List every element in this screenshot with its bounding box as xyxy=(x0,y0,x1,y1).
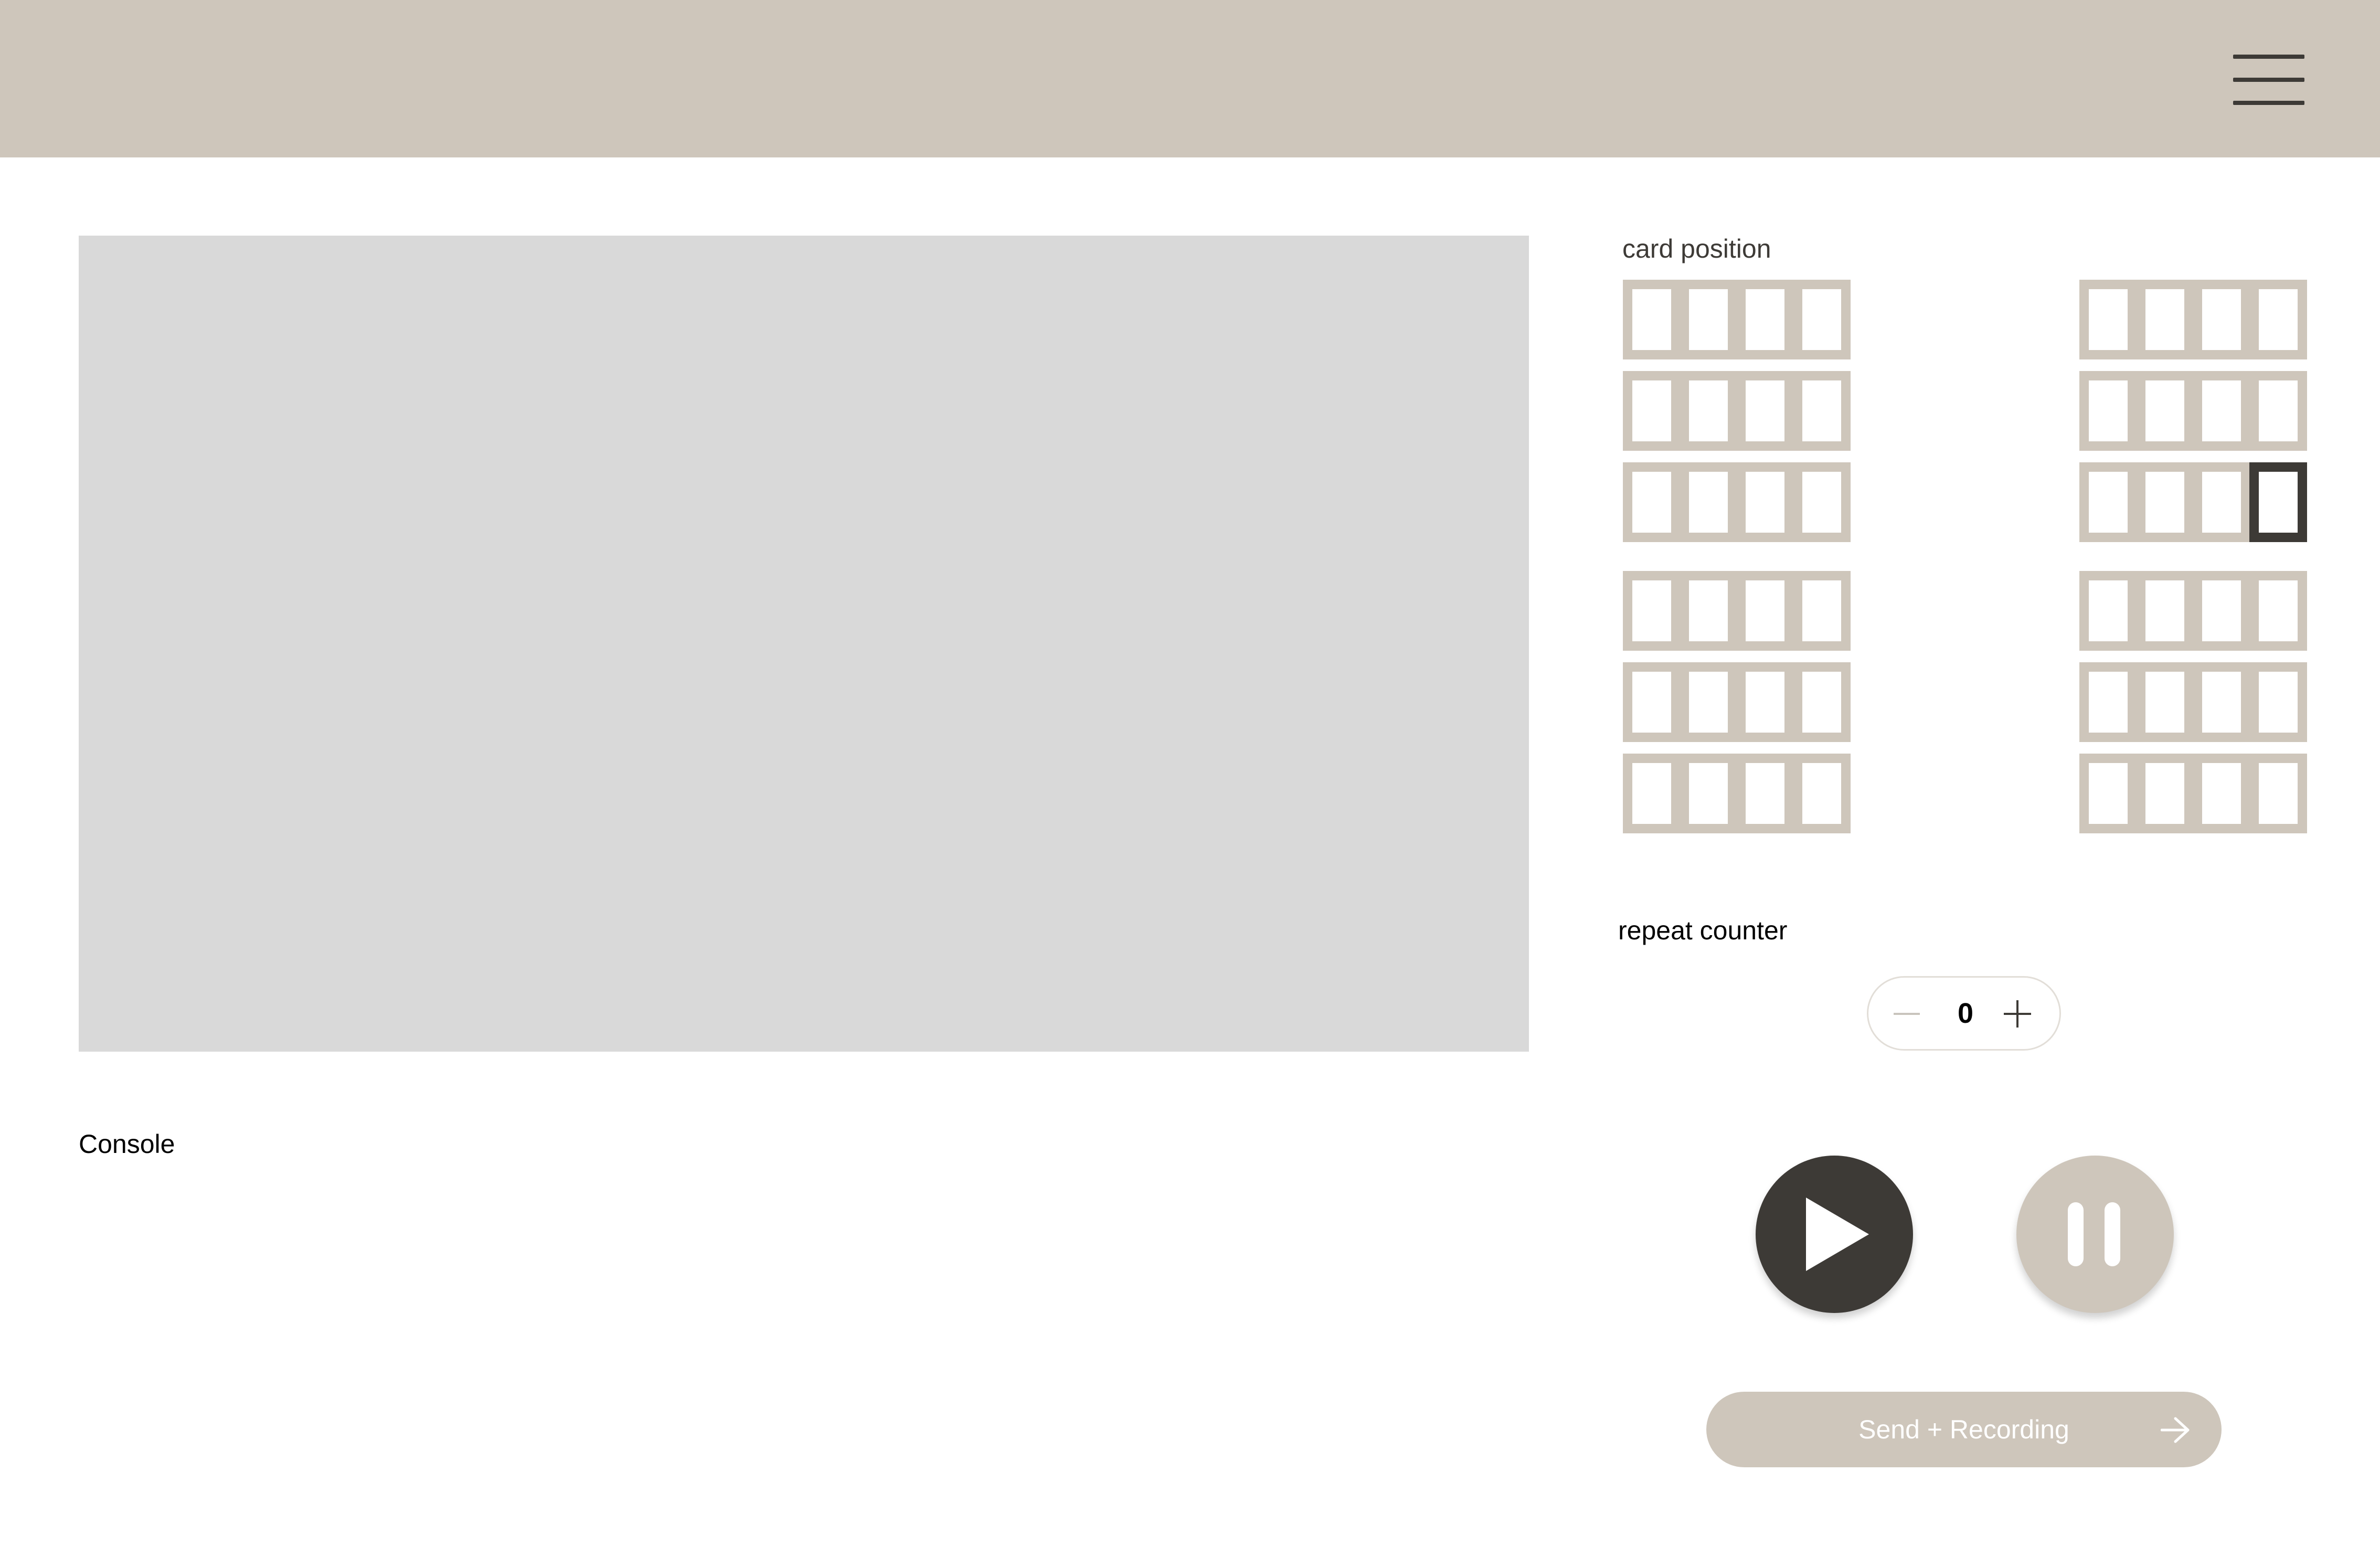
card-slot[interactable] xyxy=(1802,472,1841,533)
card-slot[interactable] xyxy=(1802,580,1841,641)
card-slot[interactable] xyxy=(1632,580,1671,641)
card-slot[interactable] xyxy=(1632,672,1671,733)
arrow-right-icon xyxy=(2161,1417,2190,1443)
card-slot[interactable] xyxy=(1632,289,1671,350)
card-group-right-1 xyxy=(2079,280,2307,359)
card-slot[interactable] xyxy=(1802,380,1841,441)
card-slot[interactable] xyxy=(2089,672,2128,733)
card-slot[interactable] xyxy=(2089,289,2128,350)
minus-icon[interactable] xyxy=(1894,1013,1920,1015)
card-slot[interactable] xyxy=(1746,763,1784,824)
card-group-left-3 xyxy=(1623,462,1851,542)
card-slot[interactable] xyxy=(2259,380,2298,441)
play-icon xyxy=(1806,1198,1869,1271)
video-preview-area xyxy=(79,236,1529,1052)
card-slot[interactable] xyxy=(1802,763,1841,824)
card-group-right-2 xyxy=(2079,371,2307,451)
hamburger-menu-icon[interactable] xyxy=(2233,55,2304,105)
card-slot[interactable] xyxy=(2202,472,2241,533)
card-slot[interactable] xyxy=(1689,472,1728,533)
card-group-left-1 xyxy=(1623,280,1851,359)
card-slot[interactable] xyxy=(2202,763,2241,824)
card-slot[interactable] xyxy=(2202,580,2241,641)
card-slot[interactable] xyxy=(1632,472,1671,533)
top-bar xyxy=(0,0,2380,157)
card-slot[interactable] xyxy=(2089,763,2128,824)
card-slot[interactable] xyxy=(1689,289,1728,350)
card-slot[interactable] xyxy=(1746,672,1784,733)
card-slot[interactable] xyxy=(1802,672,1841,733)
card-slot[interactable] xyxy=(1746,289,1784,350)
card-group-right-6 xyxy=(2079,754,2307,833)
card-slot[interactable] xyxy=(2259,672,2298,733)
card-slot[interactable] xyxy=(2259,580,2298,641)
pause-icon xyxy=(2068,1202,2084,1266)
card-slot[interactable] xyxy=(1802,289,1841,350)
card-slot[interactable] xyxy=(2259,289,2298,350)
card-slot[interactable] xyxy=(1689,672,1728,733)
menu-line xyxy=(2233,55,2304,59)
card-slot[interactable] xyxy=(2145,380,2184,441)
card-slot[interactable] xyxy=(2089,380,2128,441)
send-recording-label: Send + Recording xyxy=(1858,1415,2069,1444)
card-slot[interactable] xyxy=(1746,472,1784,533)
card-slot[interactable] xyxy=(1689,580,1728,641)
card-group-right-3 xyxy=(2079,462,2307,542)
menu-line xyxy=(2233,78,2304,82)
card-slot[interactable] xyxy=(2145,672,2184,733)
card-slot[interactable] xyxy=(2202,672,2241,733)
card-slot[interactable] xyxy=(1632,763,1671,824)
card-slot[interactable] xyxy=(2145,289,2184,350)
card-slot[interactable] xyxy=(2089,472,2128,533)
pause-button[interactable] xyxy=(2016,1156,2174,1313)
card-slot[interactable] xyxy=(1689,380,1728,441)
card-group-left-4 xyxy=(1623,571,1851,651)
card-slot[interactable] xyxy=(2145,580,2184,641)
pause-icon-bar xyxy=(2105,1202,2120,1266)
menu-line xyxy=(2233,101,2304,105)
plus-icon[interactable] xyxy=(2004,1000,2031,1028)
card-slot[interactable] xyxy=(2259,763,2298,824)
card-slot[interactable] xyxy=(1746,380,1784,441)
repeat-counter-label: repeat counter xyxy=(1618,916,1788,945)
card-slot[interactable] xyxy=(1689,763,1728,824)
card-position-label: card position xyxy=(1622,234,1771,263)
card-slot[interactable] xyxy=(2202,289,2241,350)
card-slot[interactable] xyxy=(2089,580,2128,641)
card-slot[interactable] xyxy=(1746,580,1784,641)
card-slot[interactable] xyxy=(2202,380,2241,441)
send-recording-button[interactable]: Send + Recording xyxy=(1706,1392,2222,1467)
card-group-right-5 xyxy=(2079,662,2307,742)
card-slot[interactable] xyxy=(1632,380,1671,441)
card-group-left-2 xyxy=(1623,371,1851,451)
card-slot[interactable] xyxy=(2145,472,2184,533)
card-slot[interactable] xyxy=(2145,763,2184,824)
console-label: Console xyxy=(79,1129,175,1159)
plus-icon-vertical xyxy=(2016,1000,2018,1028)
repeat-counter-value: 0 xyxy=(1957,998,1974,1029)
repeat-counter-stepper: 0 xyxy=(1867,976,2061,1051)
card-group-right-4 xyxy=(2079,571,2307,651)
card-slot-selected[interactable] xyxy=(2249,462,2307,542)
play-button[interactable] xyxy=(1756,1156,1913,1313)
card-group-left-5 xyxy=(1623,662,1851,742)
card-group-left-6 xyxy=(1623,754,1851,833)
